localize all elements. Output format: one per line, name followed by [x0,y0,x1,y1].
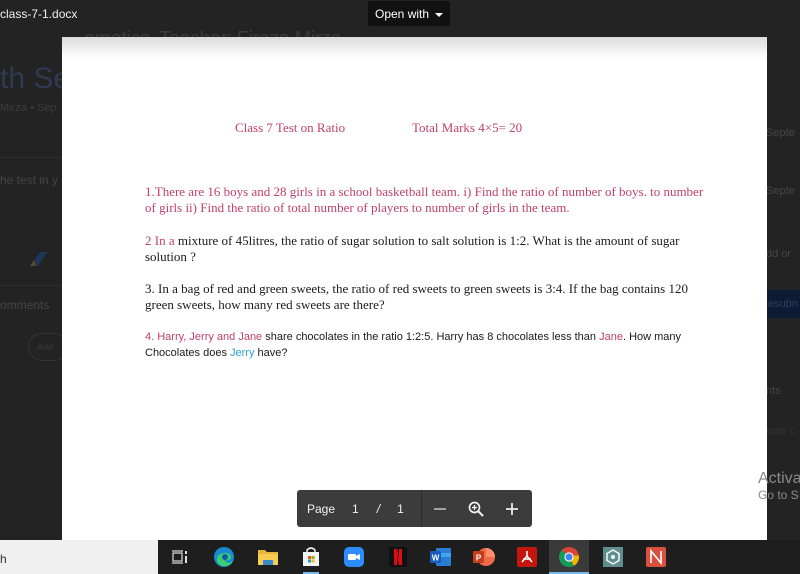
background-right-item: Septe [766,127,795,139]
resubmit-button[interactable]: esubn [766,290,800,318]
question-4-text: have? [254,347,288,359]
open-with-label: Open with [375,6,430,21]
word-icon: W [430,548,451,566]
microsoft-store-button[interactable] [291,540,331,574]
page-indicator: Page 1 / 1 [297,490,422,527]
page-label: Page [307,501,336,516]
page-separator: / [376,501,381,516]
background-right-item: dd or [766,248,792,260]
question-4-jerry: Jerry [230,347,255,359]
acrobat-button[interactable] [507,540,547,574]
task-view-button[interactable] [160,540,200,574]
plus-icon [506,502,518,515]
store-icon [303,547,319,566]
svg-text:W: W [432,554,440,563]
windows-activation-watermark: Activa Go to S [758,470,800,502]
attachment-thumbnail-icon [30,252,48,266]
netflix-button[interactable] [378,540,418,574]
background-right-item: nts [766,385,781,397]
question-4-text: share chocolates in the ratio 1:2:5. Har… [262,331,600,343]
hex-app-icon [603,547,623,567]
folder-icon [258,550,278,565]
red-app-button[interactable] [636,540,676,574]
chrome-icon [559,547,580,568]
chrome-button[interactable] [549,540,589,574]
powerpoint-button[interactable]: P [464,540,504,574]
watermark-line-2: Go to S [758,488,799,502]
zoom-fit-button[interactable] [458,490,494,527]
file-name: class-7-1.docx [0,7,78,21]
taskbar: h W P [0,540,800,574]
hex-app-button[interactable] [593,540,633,574]
current-page-input[interactable]: 1 [352,502,359,516]
question-2-prefix: 2 In a [145,233,175,248]
open-with-button[interactable]: Open with [368,1,450,26]
background-right-item: vate c [766,425,796,437]
question-2-body: mixture of 45litres, the ratio of sugar … [145,233,680,264]
question-3: 3. In a bag of red and green sweets, the… [145,281,688,312]
question-4-jane: Jane [599,331,623,343]
zoom-magnifier-icon [468,501,484,517]
zoom-icon [344,547,364,567]
background-body-text: he test in y [0,173,59,187]
caret-down-icon [435,12,444,17]
question-4-names: 4. Harry, Jerry and Jane [145,331,263,343]
red-app-icon [646,547,666,567]
divider [0,157,70,158]
zoom-in-button[interactable] [494,490,530,527]
question-1: 1.There are 16 boys and 28 girls in a sc… [145,184,704,215]
total-marks: Total Marks 4×5= 20 [412,120,523,135]
background-right-item: Septe [766,185,795,197]
minus-icon [434,507,446,510]
background-heading: th Se [0,62,71,95]
watermark-line-1: Activa [758,470,800,487]
divider [0,285,70,286]
test-title: Class 7 Test on Ratio [235,120,346,135]
svg-text:P: P [476,554,482,563]
total-pages: 1 [397,501,404,516]
edge-taskbar-button[interactable] [204,540,244,574]
page-zoom-toolbar: Page 1 / 1 [297,490,532,527]
edge-icon [214,547,234,567]
background-subtitle: Mirza • Sep [0,102,57,114]
question-4: 4. Harry, Jerry and Jane share chocolate… [145,329,705,361]
file-explorer-button[interactable] [248,540,288,574]
netflix-icon [389,547,407,567]
taskbar-search-box[interactable]: h [0,540,158,574]
acrobat-icon [517,547,537,567]
zoom-out-button[interactable] [422,490,458,527]
word-button[interactable]: W [421,540,461,574]
powerpoint-icon: P [473,548,495,566]
comments-heading: omments [0,298,50,312]
question-2: 2 In a mixture of 45litres, the ratio of… [145,233,705,265]
zoom-app-button[interactable] [334,540,374,574]
document-page: Class 7 Test on Ratio Total Marks 4×5= 2… [62,37,767,540]
task-view-icon [172,550,187,564]
